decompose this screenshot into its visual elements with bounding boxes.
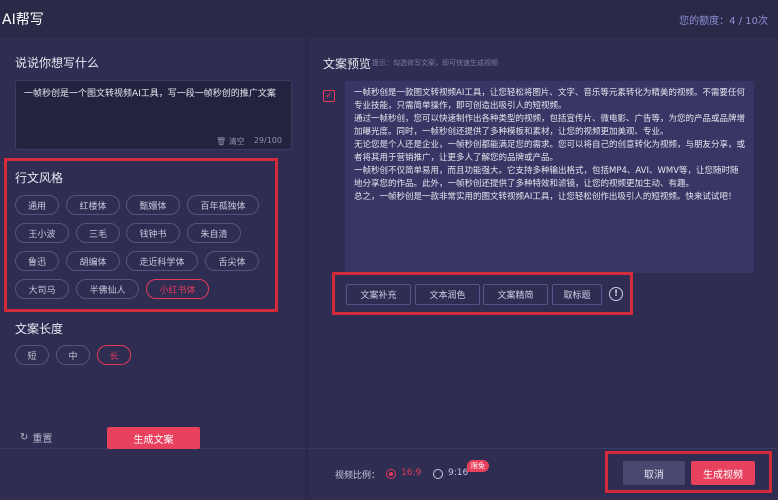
ratio-radio-9-16[interactable] [433, 469, 443, 479]
preview-text: 一帧秒创是一款图文转视频AI工具，让您轻松将图片、文字、音乐等元素转化为精美的视… [345, 81, 754, 204]
style-chip-bainian[interactable]: 百年孤独体 [187, 195, 259, 215]
preview-paragraph: 无论您是个人还是企业，一帧秒创都能满足您的需求。您可以将自己的创意转化为视频，与… [354, 140, 746, 163]
generate-copy-button[interactable]: 生成文案 [107, 427, 200, 449]
preview-content: 一帧秒创是一款图文转视频AI工具，让您轻松将图片、文字、音乐等元素转化为精美的视… [345, 81, 754, 273]
style-chip-dasima[interactable]: 大司马 [15, 279, 69, 299]
style-chip-zoujinkexue[interactable]: 走近科学体 [126, 251, 198, 271]
check-icon: ✓ [325, 91, 333, 101]
left-panel: 说说你想写什么 一帧秒创是一个图文转视频AI工具，写一段一帧秒创的推广文案 🗑 … [0, 38, 305, 500]
style-chip-wangxiaobo[interactable]: 王小波 [15, 223, 69, 243]
prompt-section-title: 说说你想写什么 [15, 56, 100, 70]
refresh-icon: ↻ [20, 432, 29, 443]
info-icon[interactable]: ! [609, 287, 623, 301]
style-chip-xiaohongshu[interactable]: 小红书体 [146, 279, 209, 299]
ratio-option-16-9[interactable]: 16:9 [401, 468, 421, 478]
polish-button[interactable]: 文本润色 [415, 284, 480, 305]
reset-label: 重置 [32, 434, 53, 445]
length-chip-long[interactable]: 长 [97, 345, 131, 365]
quota-indicator: 您的额度：4 / 10次 [679, 16, 768, 27]
preview-section-title: 文案预览 [323, 57, 372, 71]
style-chip-zhuziqing[interactable]: 朱自清 [187, 223, 241, 243]
trash-icon: 🗑 [216, 137, 227, 146]
style-chip-shejian[interactable]: 舌尖体 [205, 251, 259, 271]
style-chip-hubian[interactable]: 胡编体 [66, 251, 120, 271]
style-chip-qianzhongshu[interactable]: 钱钟书 [126, 223, 180, 243]
limited-free-badge: 限免 [467, 460, 489, 472]
cancel-button[interactable]: 取消 [623, 461, 685, 485]
length-chip-medium[interactable]: 中 [56, 345, 90, 365]
app-title: AI帮写 [2, 12, 44, 28]
ratio-option-9-16[interactable]: 9:16 [448, 468, 468, 478]
length-section-title: 文案长度 [15, 322, 64, 336]
generate-video-button[interactable]: 生成视频 [691, 461, 755, 485]
condense-button[interactable]: 文案精简 [483, 284, 548, 305]
style-section-title: 行文风格 [15, 171, 64, 185]
top-bar: AI帮写 您的额度：4 / 10次 [0, 0, 778, 38]
preview-paragraph: 总之，一帧秒创是一款非常实用的图文转视频AI工具，让您轻松创作出吸引人的短视频。… [354, 192, 737, 202]
preview-paragraph: 通过一帧秒创，您可以快速制作出各种类型的视频，包括宣传片、微电影、广告等，为您的… [354, 114, 746, 137]
ratio-radio-16-9[interactable] [386, 469, 396, 479]
length-chip-short[interactable]: 短 [15, 345, 49, 365]
style-chip-zhenhuan[interactable]: 甄嬛体 [126, 195, 180, 215]
clear-button[interactable]: 🗑 清空 [216, 136, 245, 147]
right-divider [309, 448, 778, 449]
style-chip-banfoxianren[interactable]: 半佛仙人 [76, 279, 139, 299]
clear-label: 清空 [228, 137, 245, 146]
reset-button[interactable]: ↻ 重置 [20, 430, 52, 445]
char-counter: 29/100 [253, 136, 282, 145]
preview-checkbox[interactable]: ✓ [323, 90, 335, 102]
supplement-button[interactable]: 文案补充 [346, 284, 411, 305]
preview-hint: 提示：勾选修写文案，即可快速生成视频 [372, 59, 498, 67]
style-chip-tongyong[interactable]: 通用 [15, 195, 59, 215]
right-panel: 文案预览 提示：勾选修写文案，即可快速生成视频 ✓ 一帧秒创是一款图文转视频AI… [309, 38, 778, 500]
title-button[interactable]: 取标题 [552, 284, 602, 305]
style-chip-sanmao[interactable]: 三毛 [76, 223, 120, 243]
prompt-text[interactable]: 一帧秒创是一个图文转视频AI工具，写一段一帧秒创的推广文案 [24, 88, 286, 101]
style-chip-luxun[interactable]: 鲁迅 [15, 251, 59, 271]
prompt-input[interactable]: 一帧秒创是一个图文转视频AI工具，写一段一帧秒创的推广文案 🗑 清空 29/10… [15, 80, 292, 150]
style-chip-hongloubody[interactable]: 红楼体 [66, 195, 120, 215]
preview-paragraph: 一帧秒创是一款图文转视频AI工具，让您轻松将图片、文字、音乐等元素转化为精美的视… [354, 88, 745, 111]
preview-paragraph: 一帧秒创不仅简单易用，而且功能强大。它支持多种输出格式，包括MP4、AVI、WM… [354, 166, 739, 189]
ratio-label: 视频比例： [335, 471, 381, 481]
